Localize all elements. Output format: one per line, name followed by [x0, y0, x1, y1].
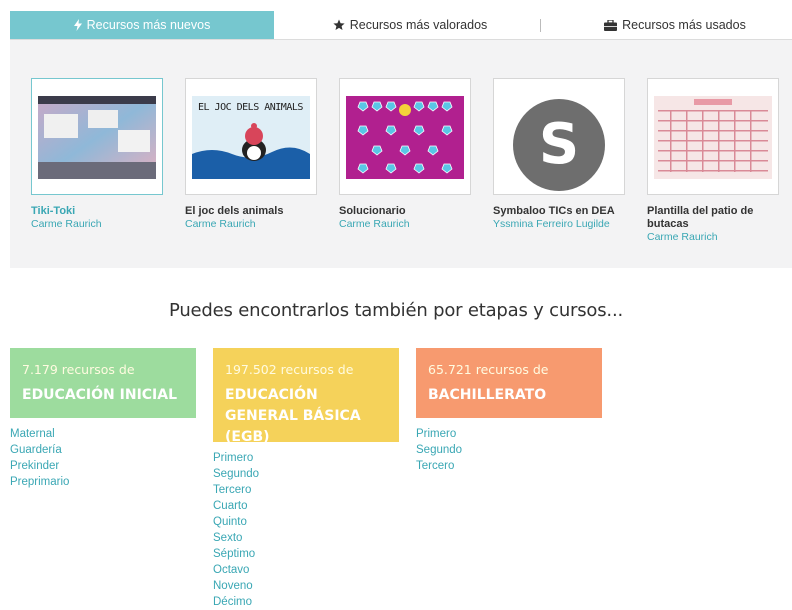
symbaloo-logo: S: [513, 98, 605, 191]
stage-egb: 197.502 recursos de EDUCACIÓN GENERAL BÁ…: [213, 348, 399, 610]
card-author[interactable]: Carme Raurich: [31, 218, 163, 231]
stage-course-list: Primero Segundo Tercero Cuarto Quinto Se…: [213, 450, 399, 610]
card-title[interactable]: Tiki-Toki: [31, 205, 163, 218]
resource-thumbnail[interactable]: S: [493, 78, 625, 195]
card-title[interactable]: El joc dels animals: [185, 205, 317, 218]
stage-count: 65.721 recursos de: [428, 362, 549, 377]
tab-recursos-mas-usados[interactable]: Recursos más usados: [595, 11, 755, 39]
course-link[interactable]: Tercero: [213, 482, 399, 498]
stage-bachillerato: 65.721 recursos de BACHILLERATO Primero …: [416, 348, 602, 474]
resource-card[interactable]: Solucionario Carme Raurich: [339, 78, 471, 231]
card-author[interactable]: Carme Raurich: [339, 218, 471, 231]
stage-count: 197.502 recursos de: [225, 362, 354, 377]
resource-card[interactable]: Tiki-Toki Carme Raurich: [31, 78, 163, 231]
symbaloo-thumbnail-image: S: [500, 96, 618, 191]
course-link[interactable]: Segundo: [416, 442, 602, 458]
course-link[interactable]: Cuarto: [213, 498, 399, 514]
stage-course-list: Maternal Guardería Prekinder Preprimario: [10, 426, 196, 490]
resource-gallery: Tiki-Toki Carme Raurich EL JOC DELS ANIM…: [10, 40, 792, 268]
symbaloo-logo-letter: S: [538, 112, 580, 177]
resource-thumbnail[interactable]: [31, 78, 163, 195]
course-link[interactable]: Primero: [213, 450, 399, 466]
bolt-icon: [73, 19, 82, 31]
course-link[interactable]: Maternal: [10, 426, 196, 442]
tab-label: Recursos más valorados: [349, 18, 488, 32]
solucionario-thumbnail-image: [346, 96, 464, 179]
resource-card[interactable]: S Symbaloo TICs en DEA Yssmina Ferreiro …: [493, 78, 625, 231]
stage-count: 7.179 recursos de: [22, 362, 135, 377]
stages-heading: Puedes encontrarlos también por etapas y…: [169, 300, 623, 321]
star-icon: [333, 19, 345, 31]
tiki-toki-thumbnail-image: [38, 96, 156, 179]
stage-educacion-inicial: 7.179 recursos de EDUCACIÓN INICIAL Mate…: [10, 348, 196, 490]
card-author[interactable]: Yssmina Ferreiro Lugilde: [493, 218, 625, 231]
briefcase-icon: [604, 19, 618, 31]
stage-course-list: Primero Segundo Tercero: [416, 426, 602, 474]
tab-label: Recursos más nuevos: [86, 18, 211, 32]
card-author[interactable]: Carme Raurich: [647, 231, 779, 244]
card-author[interactable]: Carme Raurich: [185, 218, 317, 231]
resource-thumbnail[interactable]: [339, 78, 471, 195]
stage-name: EDUCACIÓN INICIAL: [22, 387, 178, 403]
card-title[interactable]: Plantilla del patio de butacas: [647, 205, 779, 231]
course-link[interactable]: Preprimario: [10, 474, 196, 490]
tab-label: Recursos más usados: [622, 18, 746, 32]
course-link[interactable]: Quinto: [213, 514, 399, 530]
tab-divider: [540, 19, 541, 32]
stage-box[interactable]: 7.179 recursos de EDUCACIÓN INICIAL: [10, 348, 196, 418]
card-title[interactable]: Symbaloo TICs en DEA: [493, 205, 625, 218]
course-link[interactable]: Primero: [416, 426, 602, 442]
plantilla-thumbnail-image: [654, 96, 772, 179]
stage-name: EDUCACIÓN GENERAL BÁSICA (EGB): [225, 387, 361, 445]
course-link[interactable]: Prekinder: [10, 458, 196, 474]
course-link[interactable]: Sexto: [213, 530, 399, 546]
tab-recursos-mas-valorados[interactable]: Recursos más valorados: [300, 11, 520, 39]
resource-card[interactable]: Plantilla del patio de butacas Carme Rau…: [647, 78, 779, 244]
course-link[interactable]: Guardería: [10, 442, 196, 458]
resource-thumbnail[interactable]: EL JOC DELS ANIMALS: [185, 78, 317, 195]
resource-tabs: Recursos más nuevos Recursos más valorad…: [10, 11, 792, 40]
stage-box[interactable]: 197.502 recursos de EDUCACIÓN GENERAL BÁ…: [213, 348, 399, 445]
resource-card[interactable]: EL JOC DELS ANIMALS El joc dels animals …: [185, 78, 317, 231]
tab-recursos-mas-nuevos[interactable]: Recursos más nuevos: [10, 11, 274, 39]
course-link[interactable]: Segundo: [213, 466, 399, 482]
course-link[interactable]: Octavo: [213, 562, 399, 578]
resource-thumbnail[interactable]: [647, 78, 779, 195]
el-joc-dels-animals-thumbnail-image: EL JOC DELS ANIMALS: [192, 96, 310, 179]
stage-name: BACHILLERATO: [428, 387, 547, 403]
course-link[interactable]: Séptimo: [213, 546, 399, 562]
course-link[interactable]: Noveno: [213, 578, 399, 594]
course-link[interactable]: Tercero: [416, 458, 602, 474]
card-title[interactable]: Solucionario: [339, 205, 471, 218]
stage-box[interactable]: 65.721 recursos de BACHILLERATO: [416, 348, 602, 418]
